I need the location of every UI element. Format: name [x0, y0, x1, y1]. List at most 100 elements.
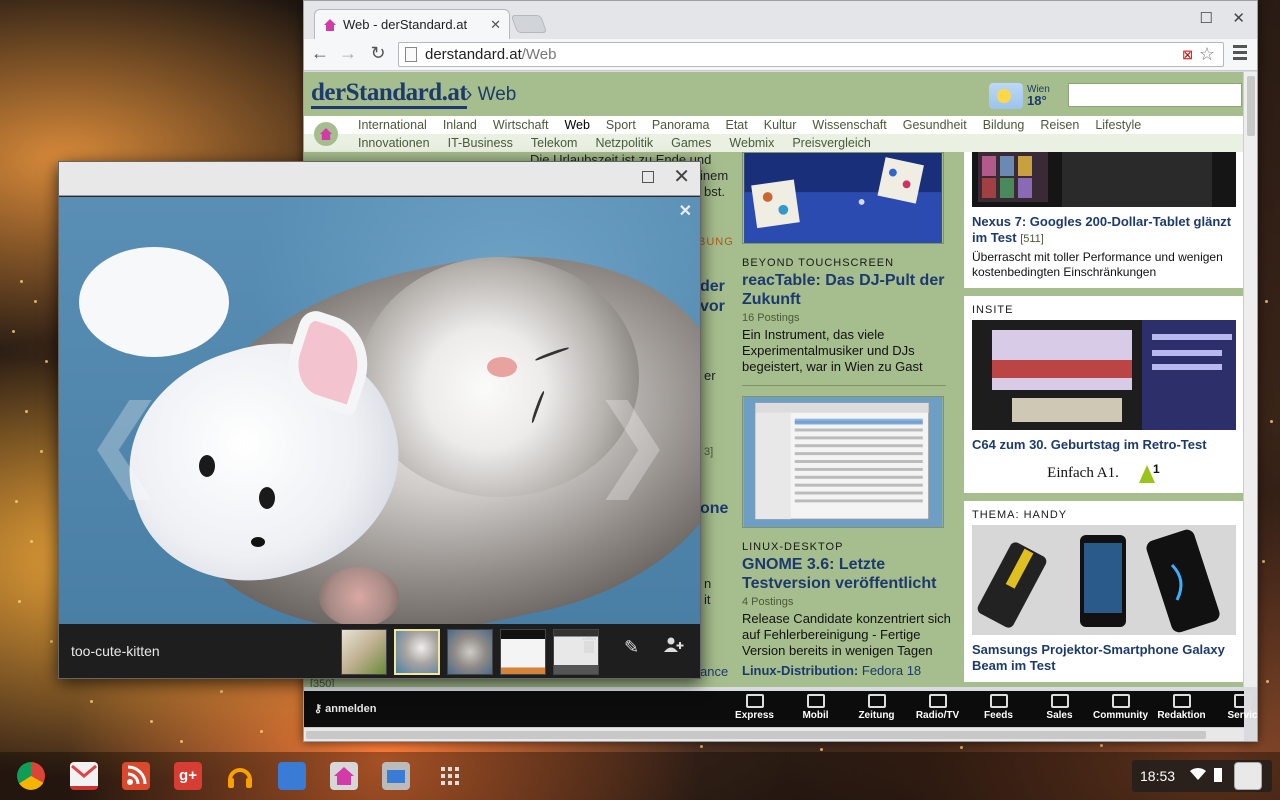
bookmark-star-icon[interactable]: ☆ — [1199, 44, 1215, 65]
left-headline-2[interactable]: vor — [700, 298, 725, 316]
nexus-headline[interactable]: Nexus 7: Googles 200-Dollar-Tablet glänz… — [972, 214, 1231, 245]
horizontal-scrollbar[interactable] — [304, 727, 1244, 741]
nav-item-panorama[interactable]: Panorama — [652, 118, 710, 132]
close-window-button[interactable]: ✕ — [1232, 9, 1245, 27]
home-icon[interactable] — [314, 122, 338, 146]
samsung-headline[interactable]: Samsungs Projektor-Smartphone Galaxy Bea… — [972, 642, 1236, 674]
nav-item-wissenschaft[interactable]: Wissenschaft — [812, 118, 886, 132]
c64-image[interactable] — [972, 320, 1236, 430]
thumbnail-selected[interactable] — [394, 629, 440, 675]
left-snippet-3: bst. — [704, 184, 725, 199]
photo-close-icon[interactable]: ✕ — [679, 201, 692, 221]
photo-display[interactable]: ✕ ❮ ❯ — [59, 197, 700, 624]
nav-item-wirtschaft[interactable]: Wirtschaft — [493, 118, 549, 132]
login-link[interactable]: ⚷ anmelden — [314, 702, 376, 715]
system-tray[interactable]: 18:53 — [1132, 760, 1272, 792]
article-headline-gnome[interactable]: GNOME 3.6: Letzte Testversion veröffentl… — [742, 555, 954, 593]
delete-icon[interactable] — [582, 637, 596, 658]
bottom-nav-mobil[interactable]: Mobil — [785, 694, 846, 721]
user-avatar[interactable] — [1234, 762, 1262, 790]
app-launcher-icon[interactable] — [436, 762, 464, 790]
nav-item-web[interactable]: Web — [564, 118, 589, 132]
bottom-nav-express[interactable]: Express — [724, 694, 785, 721]
chrome-menu-button[interactable] — [1233, 45, 1247, 63]
address-bar[interactable]: derstandard.at /Web ⊠ ☆ — [398, 42, 1224, 67]
nav-item-bildung[interactable]: Bildung — [983, 118, 1025, 132]
back-button[interactable]: ← — [308, 43, 332, 64]
bottom-nav: Express Mobil Zeitung Radio/TV Feeds Sales Com… — [724, 694, 1273, 721]
a1-ad-text[interactable]: Einfach A1. — [1047, 465, 1119, 482]
previous-arrow-icon[interactable]: ❮ — [83, 392, 167, 492]
subnav-item-netzpolitik[interactable]: Netzpolitik — [595, 136, 653, 150]
new-tab-button[interactable] — [510, 15, 548, 33]
google-plus-app-icon[interactable]: g+ — [174, 762, 202, 790]
subnav-item-games[interactable]: Games — [671, 136, 711, 150]
postings-count-reactable[interactable]: 16 Postings — [742, 312, 954, 324]
article-headline-fedora[interactable]: Linux-Distribution: — [742, 663, 858, 678]
article-headline-reactable[interactable]: reacTable: Das DJ-Pult der Zukunft — [742, 271, 954, 309]
gmail-app-icon[interactable] — [70, 762, 98, 790]
subnav-item-telekom[interactable]: Telekom — [531, 136, 578, 150]
subnav-item-webmix[interactable]: Webmix — [729, 136, 774, 150]
nav-item-kultur[interactable]: Kultur — [764, 118, 797, 132]
subnav-item-innovationen[interactable]: Innovationen — [358, 136, 430, 150]
site-logo[interactable]: derStandard.at — [311, 79, 468, 109]
left-headline-3[interactable]: one — [700, 500, 728, 518]
files-app-icon[interactable] — [278, 762, 306, 790]
bottom-nav-icon — [745, 694, 764, 708]
site-search-input[interactable] — [1068, 83, 1242, 107]
next-arrow-icon[interactable]: ❯ — [590, 392, 674, 492]
weather-temp: 18° — [1027, 93, 1047, 108]
section-title[interactable]: › Web — [466, 84, 516, 106]
vertical-scrollbar[interactable] — [1243, 72, 1257, 687]
bottom-nav-feeds[interactable]: Feeds — [968, 694, 1029, 721]
tab-close-icon[interactable]: ✕ — [490, 17, 501, 33]
article-headline-fedora-rest[interactable]: Fedora 18 — [862, 663, 921, 678]
viewer-maximize-button[interactable] — [642, 171, 654, 183]
bottom-nav-community[interactable]: Community — [1090, 694, 1151, 721]
reactable-image[interactable] — [742, 152, 944, 244]
thumbnail[interactable] — [341, 629, 387, 675]
bottom-nav-servic[interactable]: Servic — [1212, 694, 1273, 721]
weather-widget[interactable]: Wien 18° — [989, 83, 1050, 109]
nav-item-inland[interactable]: Inland — [443, 118, 477, 132]
bottom-nav-redaktion[interactable]: Redaktion — [1151, 694, 1212, 721]
thumbnail[interactable] — [447, 629, 493, 675]
nav-item-lifestyle[interactable]: Lifestyle — [1095, 118, 1141, 132]
postings-count-gnome[interactable]: 4 Postings — [742, 596, 954, 608]
nexus-postings-count[interactable]: [511] — [1020, 233, 1044, 245]
nav-item-sport[interactable]: Sport — [606, 118, 636, 132]
derstandard-app-icon[interactable] — [330, 762, 358, 790]
smartphones-image[interactable] — [972, 525, 1236, 635]
a1-logo-icon[interactable]: 1 — [1137, 461, 1161, 485]
viewer-close-button[interactable]: ✕ — [673, 167, 690, 187]
reload-button[interactable]: ↻ — [366, 43, 390, 64]
forward-button[interactable]: → — [336, 43, 360, 64]
rss-app-icon[interactable] — [122, 762, 150, 790]
tab-derstandard[interactable]: Web - derStandard.at ✕ — [314, 9, 510, 39]
chrome-app-icon[interactable] — [17, 762, 45, 790]
nav-item-gesundheit[interactable]: Gesundheit — [903, 118, 967, 132]
nexus-image[interactable] — [972, 152, 1236, 207]
bottom-nav-zeitung[interactable]: Zeitung — [846, 694, 907, 721]
subnav-item-preisvergleich[interactable]: Preisvergleich — [792, 136, 871, 150]
viewer-titlebar[interactable]: ✕ — [59, 162, 700, 196]
card-nexus: Nexus 7: Googles 200-Dollar-Tablet glänz… — [964, 152, 1244, 288]
thumbnail[interactable] — [500, 629, 546, 675]
edit-pencil-icon[interactable]: ✎ — [624, 637, 639, 658]
c64-headline[interactable]: C64 zum 30. Geburtstag im Retro-Test — [972, 437, 1236, 453]
popup-blocked-icon[interactable]: ⊠ — [1182, 47, 1193, 63]
gnome-screenshot-image[interactable] — [742, 396, 944, 528]
subnav-item-it-business[interactable]: IT-Business — [448, 136, 513, 150]
left-headline-1[interactable]: der — [700, 278, 725, 296]
bottom-nav-sales[interactable]: Sales — [1029, 694, 1090, 721]
nav-item-international[interactable]: International — [358, 118, 427, 132]
music-headphones-app-icon[interactable] — [226, 762, 254, 790]
bottom-nav-radiotv[interactable]: Radio/TV — [907, 694, 968, 721]
nav-item-etat[interactable]: Etat — [726, 118, 748, 132]
nav-item-reisen[interactable]: Reisen — [1040, 118, 1079, 132]
files-window-app-icon[interactable] — [382, 762, 410, 790]
left-snippet-8[interactable]: ance — [700, 664, 728, 679]
maximize-window-button[interactable]: ☐ — [1200, 9, 1213, 27]
share-add-person-icon[interactable] — [664, 637, 684, 658]
